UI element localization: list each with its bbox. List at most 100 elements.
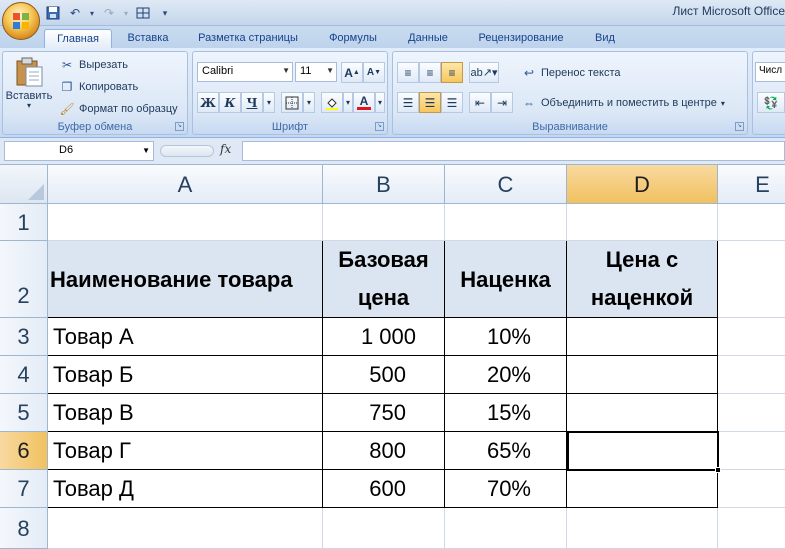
table-row-name[interactable]: Товар В	[48, 394, 323, 432]
row-header-7[interactable]: 7	[0, 470, 48, 508]
cut-button[interactable]: ✂ Вырезать	[59, 57, 128, 73]
align-middle-button[interactable]: ≡	[419, 62, 441, 83]
fill-color-button[interactable]	[321, 92, 343, 113]
alignment-launcher-icon[interactable]: ↘	[735, 122, 744, 131]
customize-qat-icon[interactable]: ▾	[156, 4, 174, 22]
table-row-price[interactable]: 800	[323, 432, 445, 470]
table-row-name[interactable]: Товар Г	[48, 432, 323, 470]
header-cell-base-price[interactable]: Базовая цена	[323, 241, 445, 318]
orientation-button[interactable]: ab↗▾	[469, 62, 499, 83]
cell-e6[interactable]	[718, 432, 785, 470]
merge-center-button[interactable]: ⇔ Объединить и поместить в центре ▾	[521, 95, 725, 111]
tab-view[interactable]: Вид	[584, 29, 626, 48]
table-row-price[interactable]: 750	[323, 394, 445, 432]
tab-page-layout[interactable]: Разметка страницы	[188, 29, 308, 48]
bold-button[interactable]: Ж	[197, 92, 219, 113]
cell-c8[interactable]	[445, 508, 567, 549]
shrink-font-button[interactable]: A ▼	[363, 62, 385, 83]
align-bottom-button[interactable]: ≡	[441, 62, 463, 83]
decrease-indent-button[interactable]: ⇤	[469, 92, 491, 113]
table-row-markup[interactable]: 15%	[445, 394, 567, 432]
align-center-button[interactable]: ☰	[419, 92, 441, 113]
active-cell-d6[interactable]	[567, 431, 719, 471]
paste-button[interactable]: Вставить ▾	[5, 56, 53, 110]
tab-formulas[interactable]: Формулы	[318, 29, 388, 48]
column-header-e[interactable]: E	[718, 165, 785, 204]
cell-e7[interactable]	[718, 470, 785, 508]
row-header-5[interactable]: 5	[0, 394, 48, 432]
row-header-8[interactable]: 8	[0, 508, 48, 549]
row-header-6[interactable]: 6	[0, 432, 48, 470]
align-left-button[interactable]: ☰	[397, 92, 419, 113]
increase-indent-button[interactable]: ⇥	[491, 92, 513, 113]
cell-e4[interactable]	[718, 356, 785, 394]
redo-icon[interactable]: ↷	[100, 4, 118, 22]
column-header-a[interactable]: A	[48, 165, 323, 204]
office-button[interactable]	[2, 2, 40, 40]
underline-button[interactable]: Ч	[241, 92, 263, 113]
font-color-button[interactable]: A	[353, 92, 375, 113]
table-row-name[interactable]: Товар Б	[48, 356, 323, 394]
row-header-3[interactable]: 3	[0, 318, 48, 356]
column-header-c[interactable]: C	[445, 165, 567, 204]
font-size-select[interactable]: 11 ▼	[295, 62, 337, 82]
font-color-dropdown-icon[interactable]: ▾	[375, 92, 385, 113]
currency-format-button[interactable]: 💱	[757, 92, 785, 113]
cell-b8[interactable]	[323, 508, 445, 549]
tab-review[interactable]: Рецензирование	[468, 29, 574, 48]
header-cell-markup[interactable]: Наценка	[445, 241, 567, 318]
table-row-markup[interactable]: 70%	[445, 470, 567, 508]
format-painter-button[interactable]: 🖌 Формат по образцу	[59, 101, 177, 117]
align-top-button[interactable]: ≡	[397, 62, 419, 83]
formula-bar-resize-handle[interactable]	[160, 145, 214, 157]
select-all-button[interactable]	[0, 165, 48, 204]
save-icon[interactable]	[44, 4, 62, 22]
cell-a1[interactable]	[48, 204, 323, 241]
align-right-button[interactable]: ☰	[441, 92, 463, 113]
fill-handle[interactable]	[715, 467, 721, 473]
cell-e1[interactable]	[718, 204, 785, 241]
cell-b1[interactable]	[323, 204, 445, 241]
redo-dropdown-icon[interactable]: ▾	[122, 4, 130, 22]
table-row-total[interactable]	[567, 318, 718, 356]
table-row-price[interactable]: 500	[323, 356, 445, 394]
cell-d1[interactable]	[567, 204, 718, 241]
insert-function-icon[interactable]: fx	[220, 142, 231, 156]
italic-button[interactable]: К	[219, 92, 241, 113]
cell-e2[interactable]	[718, 241, 785, 318]
tab-home[interactable]: Главная	[44, 29, 112, 48]
font-name-select[interactable]: Calibri ▼	[197, 62, 293, 82]
cell-e3[interactable]	[718, 318, 785, 356]
table-row-total[interactable]	[567, 394, 718, 432]
row-header-2[interactable]: 2	[0, 241, 48, 318]
tab-insert[interactable]: Вставка	[118, 29, 178, 48]
cell-d8[interactable]	[567, 508, 718, 549]
cell-c1[interactable]	[445, 204, 567, 241]
copy-button[interactable]: ❐ Копировать	[59, 79, 139, 95]
tab-data[interactable]: Данные	[398, 29, 458, 48]
underline-dropdown-icon[interactable]: ▾	[263, 92, 275, 113]
table-row-price[interactable]: 1 000	[323, 318, 445, 356]
fill-color-dropdown-icon[interactable]: ▾	[343, 92, 353, 113]
table-row-markup[interactable]: 10%	[445, 318, 567, 356]
row-header-1[interactable]: 1	[0, 204, 48, 241]
table-row-markup[interactable]: 65%	[445, 432, 567, 470]
clipboard-launcher-icon[interactable]: ↘	[175, 122, 184, 131]
table-row-name[interactable]: Товар А	[48, 318, 323, 356]
undo-icon[interactable]: ↶	[66, 4, 84, 22]
column-header-d[interactable]: D	[567, 165, 718, 204]
number-format-select[interactable]: Числ	[755, 62, 785, 82]
name-box[interactable]: D6 ▼	[4, 141, 154, 161]
grid-icon[interactable]	[134, 4, 152, 22]
undo-dropdown-icon[interactable]: ▾	[88, 4, 96, 22]
table-row-price[interactable]: 600	[323, 470, 445, 508]
font-launcher-icon[interactable]: ↘	[375, 122, 384, 131]
column-header-b[interactable]: B	[323, 165, 445, 204]
table-row-total[interactable]	[567, 470, 718, 508]
grow-font-button[interactable]: A ▲	[341, 62, 363, 83]
borders-dropdown-icon[interactable]: ▾	[303, 92, 315, 113]
header-cell-price-with-markup[interactable]: Цена с наценкой	[567, 241, 718, 318]
table-row-total[interactable]	[567, 356, 718, 394]
row-header-4[interactable]: 4	[0, 356, 48, 394]
table-row-markup[interactable]: 20%	[445, 356, 567, 394]
